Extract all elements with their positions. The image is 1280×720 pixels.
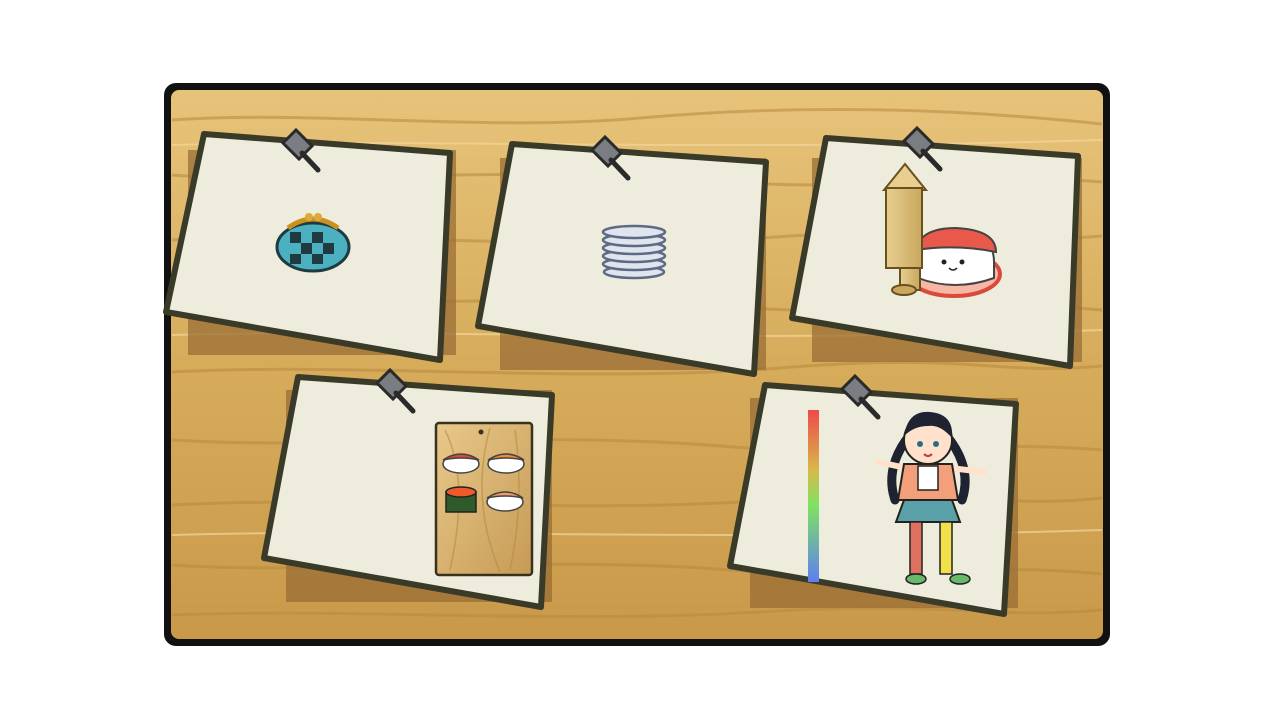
tuna-nigiri-icon	[442, 453, 480, 474]
sushi-menu-board-icon	[434, 421, 534, 577]
note-character[interactable]	[727, 373, 1019, 617]
game-scene	[0, 0, 1280, 720]
note-coin-purse[interactable]	[163, 127, 456, 363]
note-plate-stack[interactable]	[475, 134, 769, 377]
note-sushi-menu[interactable]	[261, 367, 555, 610]
color-gauge	[808, 410, 819, 582]
salmon-nigiri-icon	[487, 453, 525, 474]
board-canvas	[163, 83, 1110, 646]
ikura-gunkan-icon	[445, 486, 477, 513]
plate-stack-icon	[601, 224, 667, 280]
salmon-aburi-icon	[486, 491, 524, 512]
note-sushi-sign[interactable]	[789, 125, 1082, 369]
